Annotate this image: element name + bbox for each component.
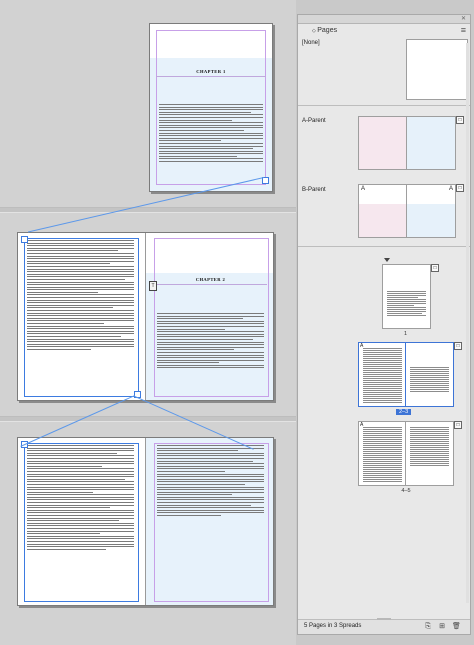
page-1-label[interactable]: 1: [382, 331, 429, 337]
spread-2-3-label[interactable]: 2–3: [396, 409, 412, 415]
pages-tab[interactable]: ◇ Pages: [306, 24, 344, 38]
text-thread-line: [27, 177, 264, 233]
trash-icon[interactable]: 🗑: [452, 623, 461, 631]
page-thumb-text: [410, 367, 449, 393]
panel-scrollbar[interactable]: [466, 43, 469, 603]
panel-titlebar[interactable]: ✕: [298, 15, 470, 24]
section-divider: [298, 105, 470, 106]
page-thumb-text: [363, 348, 402, 404]
heading-rule: [154, 284, 267, 285]
page-thumb-text: [363, 427, 402, 483]
a-parent-thumb-left[interactable]: [358, 116, 408, 170]
page-1[interactable]: CHAPTER 1: [149, 23, 273, 192]
edit-page-size-icon[interactable]: ⎘: [424, 623, 432, 631]
page-thumb-text: [387, 291, 426, 317]
resize-grip[interactable]: [377, 618, 391, 620]
spread-4-5-label[interactable]: 4–5: [394, 488, 418, 494]
parent-pink-area: [359, 117, 407, 169]
page-3-thumb[interactable]: [405, 342, 454, 407]
section-divider: [298, 246, 470, 247]
parent-options-icon[interactable]: □: [456, 184, 464, 192]
pages-panel-body: [None] A-Parent □ B-Parent A A □ □ 1 A □…: [298, 39, 470, 619]
a-parent-label[interactable]: A-Parent: [302, 118, 326, 124]
b-parent-label[interactable]: B-Parent: [302, 187, 326, 193]
parent-blue-area: [407, 117, 455, 169]
page-options-icon[interactable]: □: [431, 264, 439, 272]
body-text-page-3: [157, 313, 264, 370]
text-frame-in-port[interactable]: [21, 236, 28, 243]
page-5-thumb[interactable]: [405, 421, 454, 486]
parent-letter: A: [361, 186, 366, 192]
body-text-page-5: [157, 445, 264, 518]
new-page-icon[interactable]: ⊞: [438, 623, 446, 631]
page-options-icon[interactable]: □: [454, 421, 462, 429]
panel-footer: 5 Pages in 3 Spreads ⎘ ⊞ 🗑: [298, 618, 470, 634]
parent-letter: A: [448, 186, 453, 192]
a-parent-thumb-right[interactable]: [406, 116, 456, 170]
pages-panel: ✕ ◇ Pages ≡ [None] A-Parent □ B-Parent A…: [297, 14, 471, 635]
document-canvas[interactable]: CHAPTER 1 CHAPTER 2 T: [0, 0, 296, 645]
chapter-heading: CHAPTER 2: [195, 277, 226, 282]
parent-blue-area: [407, 204, 455, 237]
heading-rule: [156, 76, 266, 77]
page-4-thumb[interactable]: A: [358, 421, 407, 486]
body-text-page-2: [27, 240, 134, 352]
none-parent-label[interactable]: [None]: [302, 40, 320, 46]
parent-options-icon[interactable]: □: [456, 116, 464, 124]
chapter-heading: CHAPTER 1: [196, 69, 226, 74]
none-parent-thumb[interactable]: [406, 39, 468, 100]
spread-separator: [0, 207, 296, 213]
close-icon[interactable]: ✕: [461, 15, 466, 23]
body-text-page-4: [27, 445, 134, 551]
page-count-status: 5 Pages in 3 Spreads: [304, 623, 362, 629]
page-2-thumb[interactable]: A: [358, 342, 407, 407]
body-text: [159, 104, 263, 164]
b-parent-thumb-left[interactable]: A: [358, 184, 408, 238]
panel-menu-icon[interactable]: ≡: [461, 25, 466, 35]
section-divider-handle[interactable]: [384, 258, 390, 262]
parent-pink-area: [359, 204, 407, 237]
page-thumb-text: [410, 427, 449, 467]
page-1-thumb[interactable]: [382, 264, 431, 329]
spread-4-5[interactable]: [17, 437, 274, 606]
spread-separator: [0, 416, 296, 422]
pages-tab-label: Pages: [317, 27, 338, 34]
text-frame-icon: T: [149, 281, 157, 291]
page-options-icon[interactable]: □: [454, 342, 462, 350]
spread-2-3[interactable]: CHAPTER 2 T: [17, 232, 274, 401]
b-parent-thumb-right[interactable]: A: [406, 184, 456, 238]
